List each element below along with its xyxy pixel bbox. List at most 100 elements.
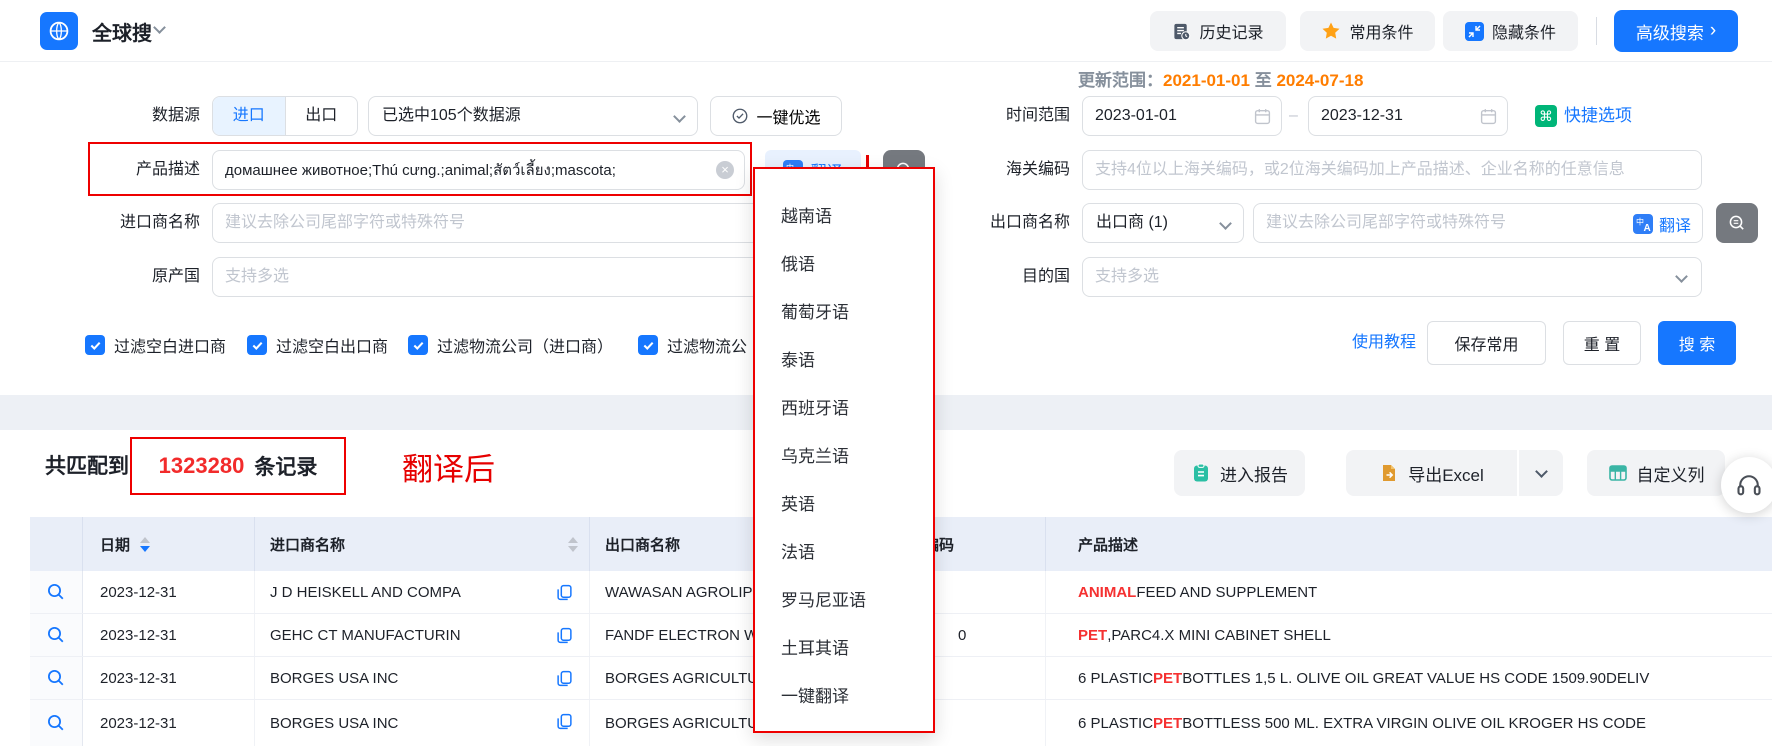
filter-logistics-exporter[interactable]: 过滤物流公 <box>638 333 747 357</box>
origin-country-input[interactable] <box>212 257 789 297</box>
destination-country-label: 目的国 <box>940 257 1070 297</box>
enter-report-button[interactable]: 进入报告 <box>1174 450 1305 496</box>
chevron-down-icon[interactable] <box>153 21 166 34</box>
filter-label: 过滤物流公 <box>667 333 747 357</box>
enter-report-label: 进入报告 <box>1220 461 1288 486</box>
menu-item-romanian[interactable]: 罗马尼亚语 <box>755 577 933 625</box>
favorites-button[interactable]: 常用条件 <box>1300 11 1435 51</box>
copy-icon[interactable] <box>556 713 573 734</box>
history-button[interactable]: 历史记录 <box>1150 11 1286 51</box>
filter-blank-importer[interactable]: 过滤空白进口商 <box>85 333 226 357</box>
match-suffix: 条记录 <box>254 451 317 481</box>
exporter-translate-button[interactable]: 中A 翻译 <box>1633 212 1691 236</box>
datasource-select[interactable]: 已选中105个数据源 <box>368 96 698 136</box>
checkbox-checked-icon[interactable] <box>638 335 658 355</box>
magnifier-icon[interactable] <box>46 582 66 602</box>
calendar-icon[interactable] <box>1254 108 1271 130</box>
menu-item-spanish[interactable]: 西班牙语 <box>755 385 933 433</box>
history-icon <box>1172 22 1191 41</box>
product-desc-input[interactable] <box>212 150 745 190</box>
date-to-input[interactable] <box>1308 96 1508 136</box>
export-excel-label: 导出Excel <box>1408 461 1484 486</box>
search-button[interactable]: 搜 索 <box>1658 321 1736 365</box>
svg-text:A: A <box>1643 223 1650 234</box>
header-search-column <box>30 517 83 571</box>
customer-service-button[interactable] <box>1721 457 1772 513</box>
menu-item-one-click-translate[interactable]: 一键翻译 <box>755 673 933 721</box>
advanced-search-button[interactable]: 高级搜索 <box>1614 10 1738 52</box>
row-detail-cell[interactable] <box>30 657 83 699</box>
magnifier-icon[interactable] <box>46 713 66 733</box>
exporter-type-text: 出口商 (1) <box>1096 214 1168 231</box>
synonym-search-button[interactable] <box>1716 203 1758 243</box>
command-icon: ⌘ <box>1535 105 1557 127</box>
header-product-desc-label: 产品描述 <box>1078 534 1138 555</box>
row-detail-cell[interactable] <box>30 700 83 746</box>
magnifier-icon[interactable] <box>46 668 66 688</box>
save-common-button[interactable]: 保存常用 <box>1427 321 1546 365</box>
menu-item-english[interactable]: 英语 <box>755 481 933 529</box>
row-detail-cell[interactable] <box>30 614 83 656</box>
export-options-button[interactable] <box>1517 450 1563 496</box>
header-importer[interactable]: 进口商名称 <box>255 517 590 571</box>
circle-check-icon <box>731 107 749 125</box>
desc-text: 6 PLASTIC <box>1078 670 1153 687</box>
date-cell: 2023-12-31 <box>83 700 255 746</box>
hs-code-input[interactable] <box>1082 150 1702 190</box>
menu-item-thai[interactable]: 泰语 <box>755 337 933 385</box>
hide-conditions-button[interactable]: 隐藏条件 <box>1443 11 1578 51</box>
header-date-label: 日期 <box>100 534 130 555</box>
menu-item-portuguese[interactable]: 葡萄牙语 <box>755 289 933 337</box>
row-detail-cell[interactable] <box>30 571 83 613</box>
desc-text: FEED AND SUPPLEMENT <box>1136 584 1317 601</box>
date-from-input[interactable] <box>1082 96 1282 136</box>
tutorial-link[interactable]: 使用教程 <box>1352 321 1416 365</box>
importer-name: BORGES USA INC <box>270 670 398 687</box>
time-range-label: 时间范围 <box>940 96 1070 136</box>
match-prefix: 共匹配到 <box>45 450 129 480</box>
annotation-count-box: 1323280 条记录 <box>130 437 346 495</box>
product-desc-label: 产品描述 <box>70 150 200 190</box>
excel-export-icon <box>1379 463 1399 483</box>
export-excel-group: 导出Excel <box>1346 450 1563 496</box>
divider <box>1596 17 1597 45</box>
exporter-name: WAWASAN AGROLIPIDS <box>605 584 778 601</box>
checkbox-checked-icon[interactable] <box>85 335 105 355</box>
importer-name: J D HEISKELL AND COMPA <box>270 584 461 601</box>
app-title[interactable]: 全球搜 <box>92 17 152 46</box>
exporter-type-select[interactable]: 出口商 (1) <box>1082 203 1244 243</box>
copy-icon[interactable] <box>556 584 573 605</box>
copy-icon[interactable] <box>556 670 573 691</box>
magnifier-icon[interactable] <box>46 625 66 645</box>
clear-icon[interactable] <box>716 161 734 179</box>
filter-blank-exporter[interactable]: 过滤空白出口商 <box>247 333 388 357</box>
menu-item-turkish[interactable]: 土耳其语 <box>755 625 933 673</box>
tab-import[interactable]: 进口 <box>213 97 285 135</box>
checkbox-checked-icon[interactable] <box>247 335 267 355</box>
destination-country-input[interactable] <box>1082 257 1702 297</box>
translate-icon: 中A <box>1633 214 1653 234</box>
importer-cell: BORGES USA INC <box>255 700 590 746</box>
sort-icon[interactable] <box>568 537 578 552</box>
optimize-label: 一键优选 <box>756 104 820 128</box>
calendar-icon[interactable] <box>1480 108 1497 130</box>
tab-export[interactable]: 出口 <box>285 97 358 135</box>
menu-item-vietnamese[interactable]: 越南语 <box>755 193 933 241</box>
menu-item-ukrainian[interactable]: 乌克兰语 <box>755 433 933 481</box>
reset-button[interactable]: 重 置 <box>1563 321 1641 365</box>
filter-logistics-importer[interactable]: 过滤物流公司（进口商） <box>408 333 613 357</box>
quick-options-link[interactable]: 快捷选项 <box>1564 96 1632 136</box>
menu-item-russian[interactable]: 俄语 <box>755 241 933 289</box>
header-date[interactable]: 日期 <box>83 517 255 571</box>
menu-item-french[interactable]: 法语 <box>755 529 933 577</box>
export-excel-button[interactable]: 导出Excel <box>1346 450 1517 496</box>
one-click-optimize-button[interactable]: 一键优选 <box>710 96 842 136</box>
copy-icon[interactable] <box>556 627 573 648</box>
checkbox-checked-icon[interactable] <box>408 335 428 355</box>
custom-columns-button[interactable]: 自定义列 <box>1587 450 1725 496</box>
topbar: 全球搜 历史记录 常用条件 隐藏条件 高级搜索 <box>0 0 1772 62</box>
desc-highlight: PET <box>1153 670 1182 687</box>
importer-label: 进口商名称 <box>70 203 200 243</box>
sort-icon[interactable] <box>140 537 150 552</box>
desc-highlight: PET <box>1078 627 1107 644</box>
